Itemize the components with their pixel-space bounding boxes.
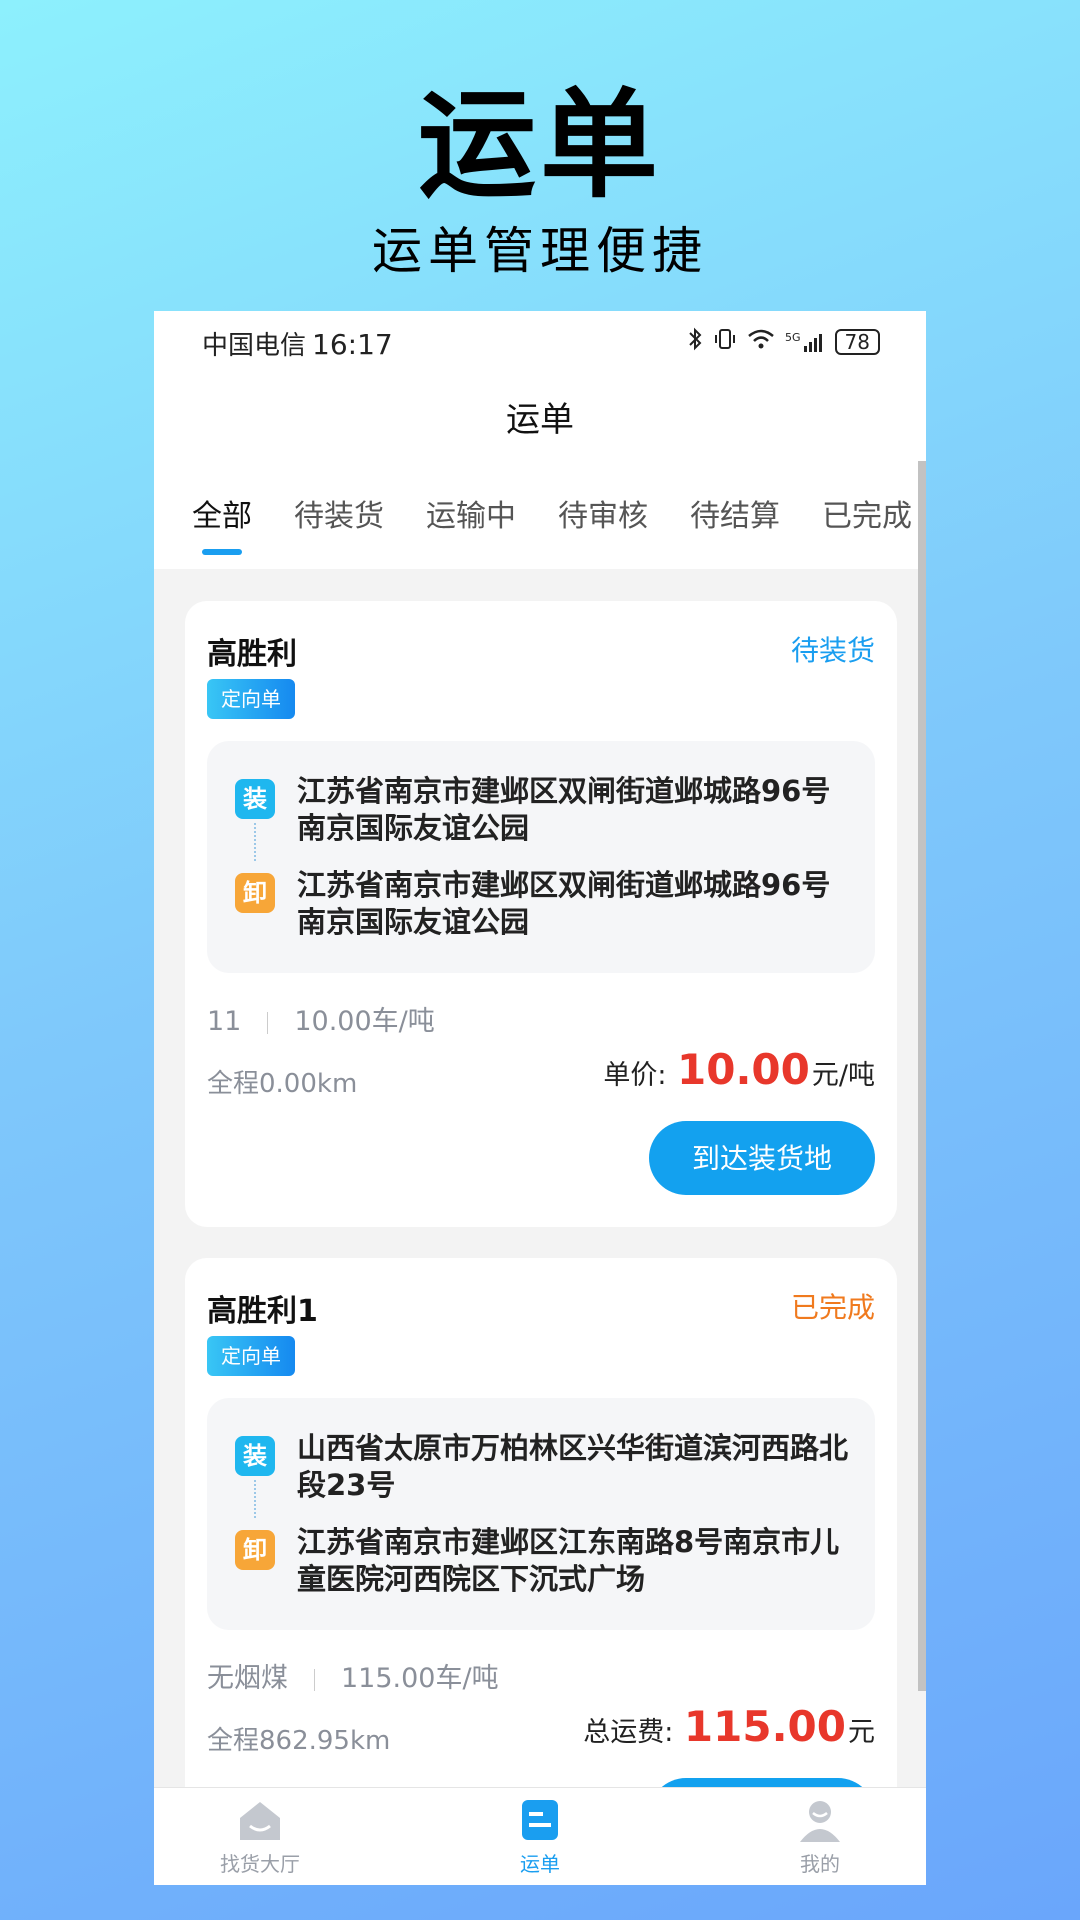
signal-icon: 5G [785, 331, 825, 353]
route-box: 装 卸 江苏省南京市建邺区双闸街道邺城路96号南京国际友谊公园 江苏省南京市建邺… [207, 741, 875, 973]
waybill-icon [516, 1798, 564, 1842]
price-value: 10.00 [677, 1045, 810, 1094]
price-unit: 元 [848, 1717, 875, 1748]
unload-address: 江苏省南京市建邺区双闸街道邺城路96号南京国际友谊公园 [297, 868, 831, 939]
nav-item-find-cargo[interactable]: 找货大厅 [190, 1798, 330, 1877]
nav-bar: 运单 [154, 375, 926, 465]
shipper-name: 高胜利1 [207, 1294, 318, 1329]
bottom-nav: 找货大厅 运单 我的 [154, 1787, 926, 1885]
status-left: 中国电信 16:17 [202, 325, 393, 362]
order-status: 已完成 [790, 1291, 875, 1324]
arrive-at-loading-button[interactable]: 到达装货地 [649, 1121, 875, 1195]
hero-title: 运单 [417, 76, 662, 214]
directed-order-badge: 定向单 [207, 1336, 295, 1376]
price-info: 单价: 10.00元/吨 [603, 1045, 875, 1094]
wifi-icon [747, 328, 775, 356]
nav-item-waybill[interactable]: 运单 [470, 1798, 610, 1877]
price-value: 115.00 [683, 1702, 846, 1751]
load-point-icon: 装 [235, 779, 275, 819]
nav-item-mine[interactable]: 我的 [750, 1798, 890, 1877]
nav-label: 运单 [520, 1852, 560, 1876]
price-info: 总运费: 115.00元 [583, 1702, 875, 1751]
tab-indicator [202, 549, 242, 555]
cargo-name: 无烟煤 [207, 1663, 288, 1694]
order-status: 待装货 [790, 634, 875, 667]
scrollbar[interactable] [918, 461, 926, 1691]
status-tabs: 全部 待装货 运输中 待审核 待结算 已完成 [154, 465, 926, 569]
route-connector [254, 823, 256, 861]
cargo-name: 11 [207, 1006, 242, 1037]
hero-subtitle: 运单管理便捷 [372, 222, 708, 280]
bluetooth-icon [687, 327, 703, 357]
network-type: 5G [785, 331, 801, 344]
unload-point-icon: 卸 [235, 1530, 275, 1570]
home-icon [236, 1798, 284, 1842]
tab-pending-settlement[interactable]: 待结算 [690, 491, 780, 535]
status-bar: 中国电信 16:17 5G 78 [154, 311, 926, 375]
route-box: 装 卸 山西省太原市万柏林区兴华街道滨河西路北段23号 江苏省南京市建邺区江东南… [207, 1398, 875, 1630]
phone-screen: 中国电信 16:17 5G 78 运单 全部 待装货 运输中 待审核 待结算 已… [154, 311, 926, 1885]
tab-pending-load[interactable]: 待装货 [294, 491, 384, 535]
load-point-icon: 装 [235, 1436, 275, 1476]
unload-address: 江苏省南京市建邺区江东南路8号南京市儿童医院河西院区下沉式广场 [297, 1525, 840, 1596]
load-address: 江苏省南京市建邺区双闸街道邺城路96号南京国际友谊公园 [297, 774, 831, 845]
shipper-name: 高胜利 [207, 637, 297, 672]
directed-order-badge: 定向单 [207, 679, 295, 719]
unload-point-icon: 卸 [235, 873, 275, 913]
cargo-rate: 115.00车/吨 [341, 1663, 499, 1694]
status-icons: 5G 78 [687, 327, 880, 357]
price-label: 单价: [603, 1060, 667, 1091]
order-card[interactable]: 高胜利1 已完成 定向单 装 卸 山西省太原市万柏林区兴华街道滨河西路北段23号… [185, 1258, 897, 1878]
cargo-rate: 10.00车/吨 [294, 1006, 435, 1037]
divider [267, 1011, 269, 1034]
route-connector [254, 1480, 256, 1518]
cargo-info: 11 10.00车/吨 [207, 999, 435, 1038]
status-time: 16:17 [312, 328, 393, 361]
user-icon [796, 1798, 844, 1842]
price-label: 总运费: [583, 1717, 674, 1748]
tab-pending-review[interactable]: 待审核 [558, 491, 648, 535]
distance: 全程862.95km [207, 1726, 391, 1756]
order-card[interactable]: 高胜利 待装货 定向单 装 卸 江苏省南京市建邺区双闸街道邺城路96号南京国际友… [185, 601, 897, 1227]
battery-icon: 78 [834, 329, 880, 355]
tab-all[interactable]: 全部 [192, 491, 252, 535]
carrier-name: 中国电信 [202, 331, 307, 361]
tab-completed[interactable]: 已完成 [822, 491, 912, 535]
divider [314, 1668, 315, 1691]
nav-label: 我的 [800, 1852, 840, 1876]
distance: 全程0.00km [207, 1069, 358, 1099]
page-title: 运单 [506, 400, 574, 440]
cargo-info: 无烟煤 115.00车/吨 [207, 1656, 499, 1695]
price-unit: 元/吨 [811, 1060, 875, 1091]
vibrate-icon [713, 327, 737, 357]
load-address: 山西省太原市万柏林区兴华街道滨河西路北段23号 [297, 1431, 849, 1502]
battery-level: 78 [844, 330, 870, 354]
tab-in-transit[interactable]: 运输中 [426, 491, 516, 535]
nav-label: 找货大厅 [220, 1852, 300, 1876]
